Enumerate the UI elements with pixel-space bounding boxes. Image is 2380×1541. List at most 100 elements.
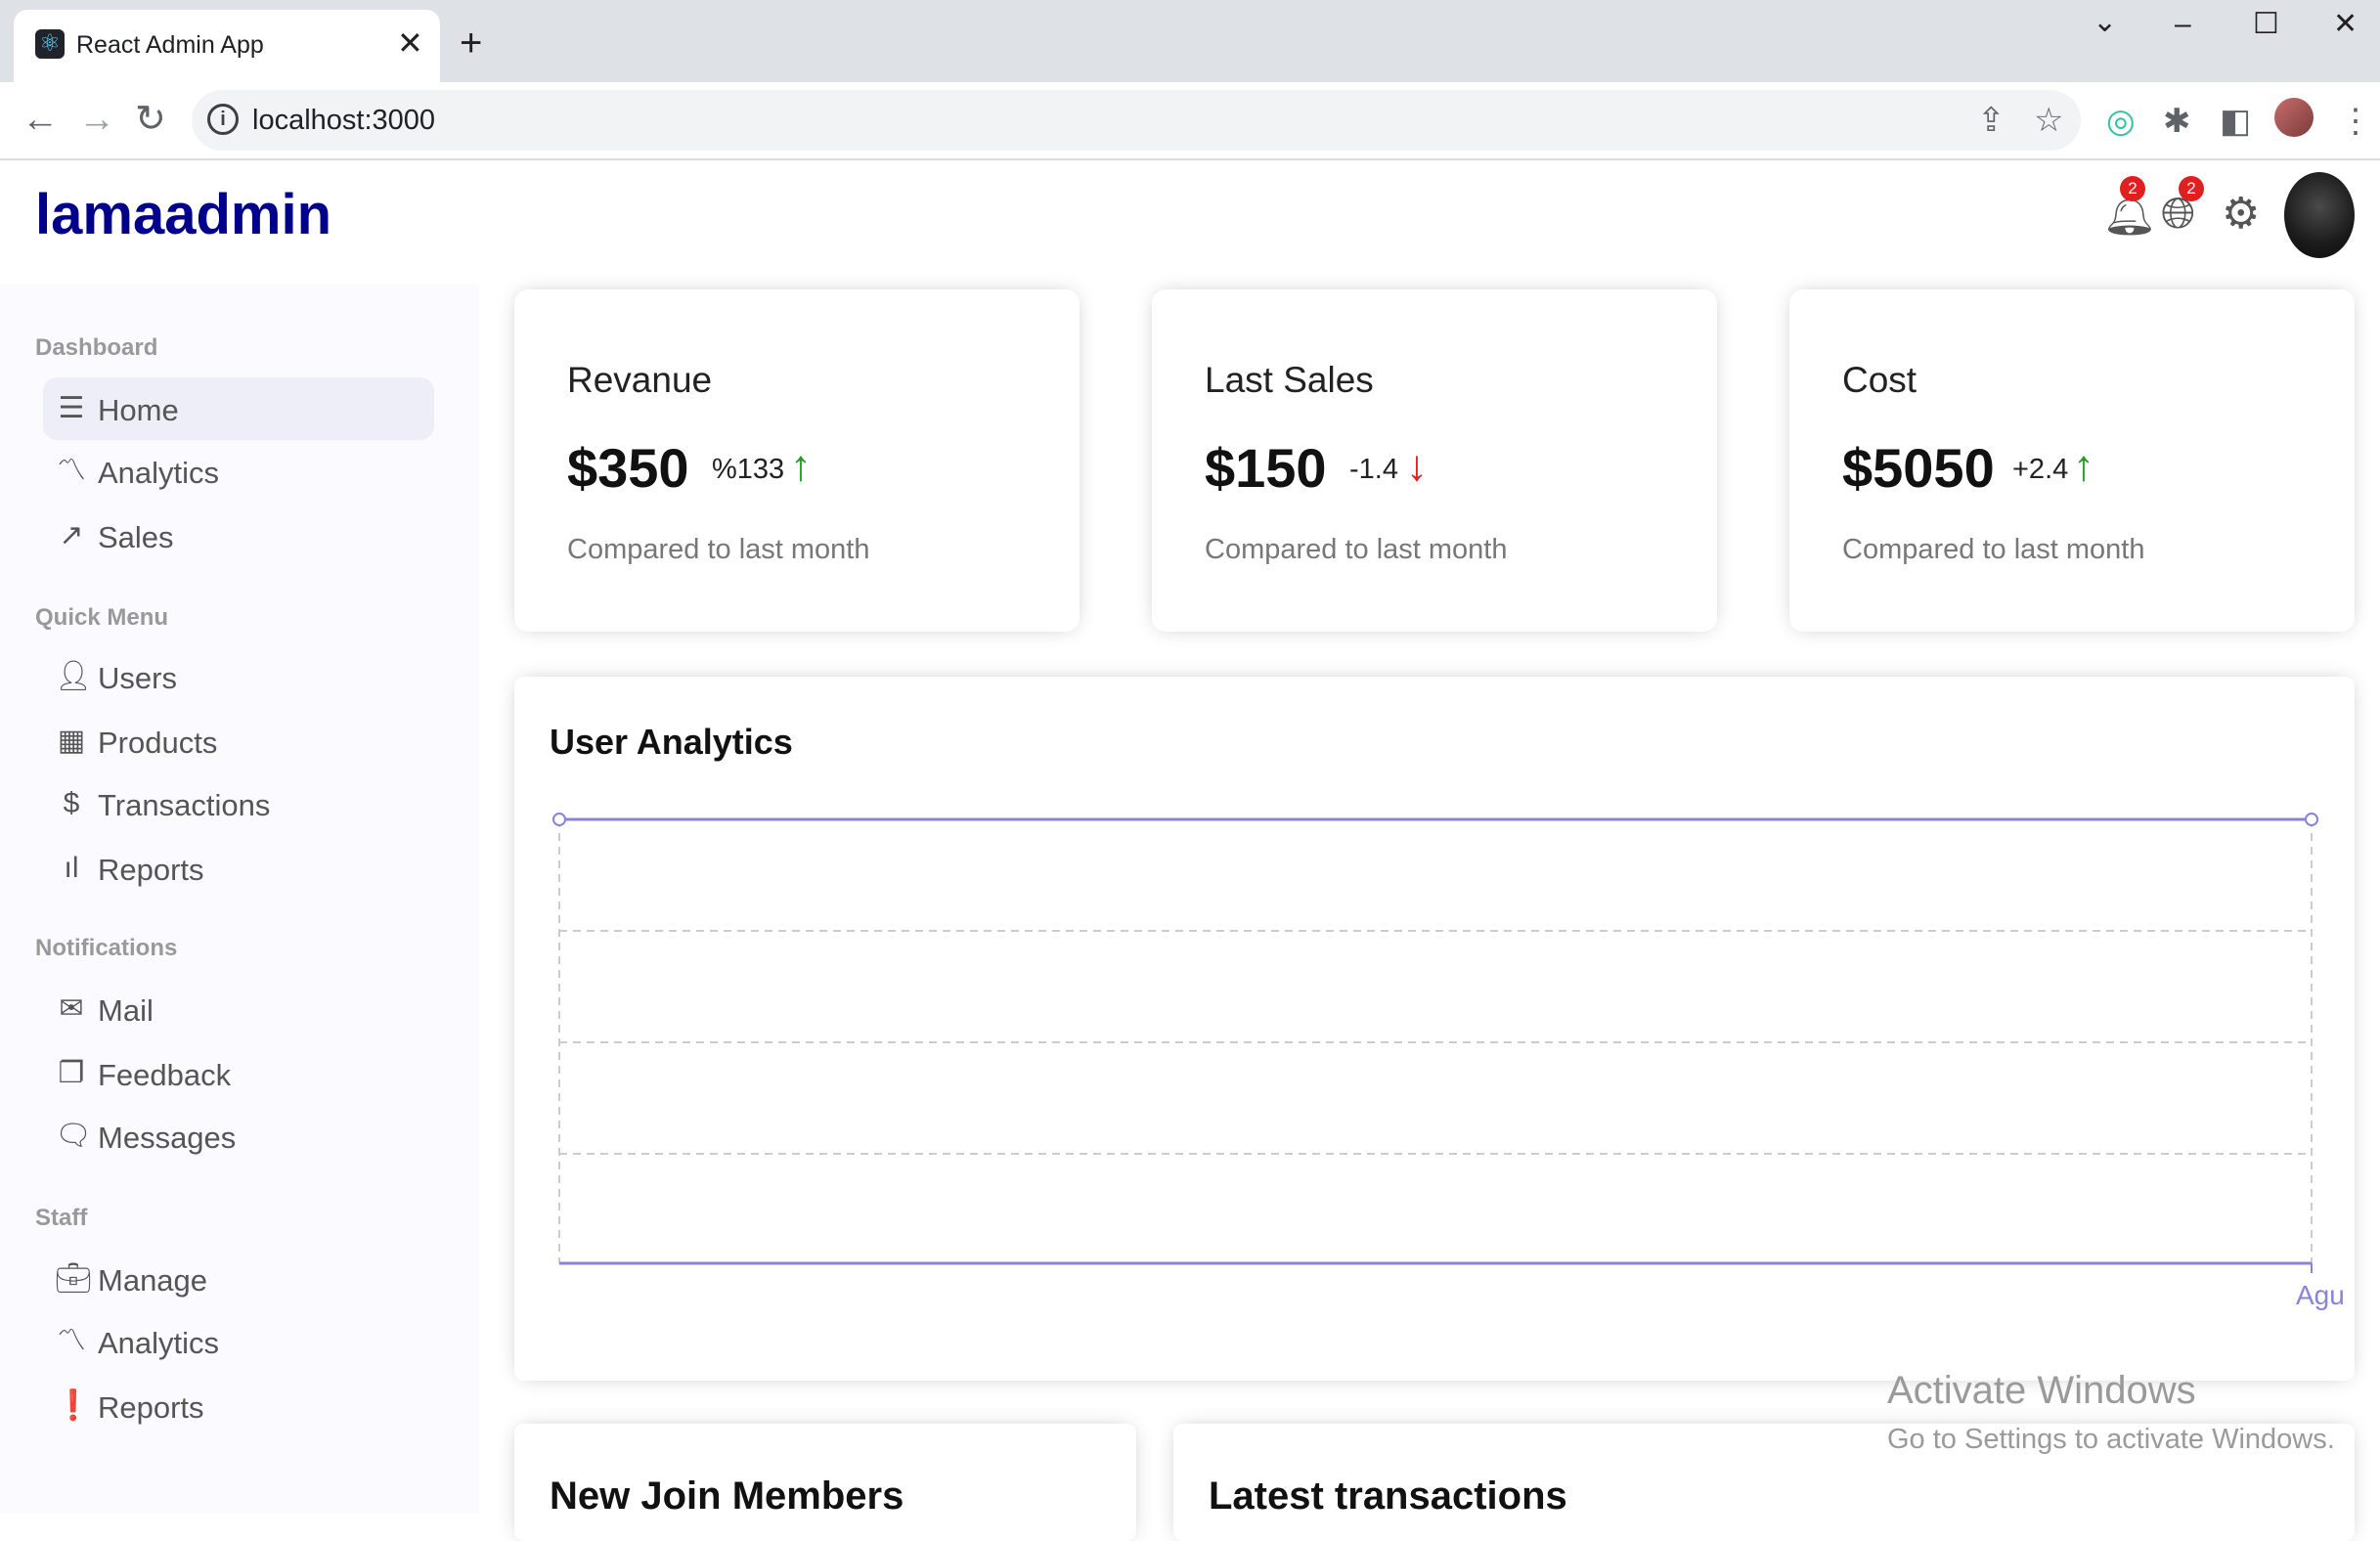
dollar-icon: $ <box>63 787 80 819</box>
sidebar-item-label: Messages <box>98 1121 237 1155</box>
avatar[interactable] <box>2284 172 2355 258</box>
data-point[interactable] <box>2305 813 2318 826</box>
arrow-up-icon: ↑ <box>2073 442 2094 490</box>
sidebar-item-label: Users <box>98 661 177 695</box>
timeline-icon: 〽 <box>57 1325 86 1357</box>
browser-tab[interactable]: ⚛ React Admin App ✕ <box>14 10 440 82</box>
gear-icon[interactable]: ⚙ <box>2222 190 2260 239</box>
sidebar-item-label: Sales <box>98 520 174 554</box>
activate-windows-watermark: Activate Windows <box>1887 1369 2196 1412</box>
bar-chart-icon: ıl <box>64 852 79 884</box>
tab-title: React Admin App <box>76 31 264 59</box>
activate-windows-subtext: Go to Settings to activate Windows. <box>1887 1424 2335 1455</box>
browser-profile-avatar[interactable] <box>2274 98 2314 137</box>
card-subtitle: Compared to last month <box>1205 534 1508 565</box>
sidebar-item-label: Analytics <box>98 1326 220 1360</box>
new-tab-button[interactable]: + <box>460 23 482 63</box>
card-title: Revanue <box>567 360 713 400</box>
person-icon: 👤︎ <box>55 660 93 692</box>
card-money: $5050 <box>1842 437 1995 499</box>
sidebar-item-label: Manage <box>98 1263 208 1298</box>
sidebar-item-users[interactable]: 👤︎ Users <box>43 645 434 708</box>
sidebar-item-reports[interactable]: ıl Reports <box>43 837 434 900</box>
card-subtitle: Compared to last month <box>1842 534 2145 565</box>
card-money: $350 <box>567 437 689 499</box>
sidebar-item-products[interactable]: ▦ Products <box>43 710 434 772</box>
close-window-button[interactable]: ✕ <box>2333 10 2358 39</box>
user-analytics-chart: Agu User Analytics <box>514 677 2355 1381</box>
puzzle-icon[interactable]: ✱ <box>2163 102 2191 141</box>
site-info-icon[interactable]: i <box>207 104 239 135</box>
sidebar-section-notifications: Notifications <box>35 935 178 961</box>
sidebar-item-label: Mail <box>98 993 154 1028</box>
sidebar-item-sales[interactable]: ↗ Sales <box>43 505 434 567</box>
line-style-icon: ☰ <box>58 392 85 424</box>
tab-close-icon[interactable]: ✕ <box>397 25 423 61</box>
side-panel-icon[interactable]: ◧ <box>2220 102 2251 141</box>
address-bar[interactable]: i localhost:3000 ⇪ ☆ <box>192 90 2081 151</box>
browser-tab-bar: ⚛ React Admin App ✕ + ⌄ – ☐ ✕ <box>0 0 2380 82</box>
sidebar-item-messages[interactable]: 🗨︎ Messages <box>43 1105 434 1167</box>
sidebar-item-label: Feedback <box>98 1058 232 1092</box>
browser-toolbar: ← → ↻ i localhost:3000 ⇪ ☆ ◎ ✱ ◧ ⋮ <box>0 82 2380 160</box>
sidebar-section-quick-menu: Quick Menu <box>35 604 169 631</box>
x-tick-label: Agu <box>2296 1280 2345 1310</box>
card-rate: -1.4 <box>1349 454 1398 485</box>
dynamic-feed-icon: ❐ <box>58 1057 85 1089</box>
extension-icon[interactable]: ◎ <box>2106 102 2136 141</box>
card-subtitle: Compared to last month <box>567 534 870 565</box>
sidebar-item-label: Reports <box>98 1390 204 1425</box>
card-money: $150 <box>1205 437 1327 499</box>
chart-title: User Analytics <box>550 722 793 762</box>
sidebar-item-label: Analytics <box>98 456 220 490</box>
sidebar-item-staff-reports[interactable]: ❗ Reports <box>43 1375 434 1437</box>
chat-bubble-icon: 🗨︎ <box>55 1120 93 1152</box>
app-logo[interactable]: lamaadmin <box>35 182 331 247</box>
card-title: Cost <box>1842 360 1917 400</box>
sidebar: Dashboard ☰ Home 〽 Analytics ↗ Sales Qui… <box>0 284 479 1514</box>
sidebar-item-manage[interactable]: 💼︎ Manage <box>43 1248 434 1310</box>
timeline-icon: 〽 <box>57 455 86 487</box>
featured-card-revenue: Revanue $350 %133 ↑ Compared to last mon… <box>514 289 1080 632</box>
back-arrow-icon[interactable]: ← <box>22 98 59 141</box>
url-text: localhost:3000 <box>252 105 436 136</box>
work-outline-icon: 💼︎ <box>55 1262 93 1295</box>
report-icon: ❗ <box>55 1389 92 1422</box>
reload-icon[interactable]: ↻ <box>135 98 166 141</box>
trending-up-icon: ↗ <box>59 519 84 551</box>
sidebar-item-label: Home <box>98 393 179 427</box>
bookmark-star-icon[interactable]: ☆ <box>2034 102 2063 139</box>
share-icon[interactable]: ⇪ <box>1977 102 2005 139</box>
tab-search-icon[interactable]: ⌄ <box>2093 8 2117 37</box>
data-point[interactable] <box>552 813 566 826</box>
mail-icon: ✉ <box>59 992 84 1025</box>
sidebar-item-label: Products <box>98 726 218 760</box>
card-title: Last Sales <box>1205 360 1374 400</box>
language-badge: 2 <box>2179 176 2204 201</box>
widget-title: Latest transactions <box>1209 1475 1567 1518</box>
card-rate: +2.4 <box>2012 454 2069 485</box>
forward-arrow-icon[interactable]: → <box>78 98 115 141</box>
storefront-icon: ▦ <box>57 725 86 757</box>
widget-new-members: New Join Members <box>514 1424 1136 1541</box>
sidebar-item-home[interactable]: ☰ Home <box>43 377 434 440</box>
sidebar-item-transactions[interactable]: $ Transactions <box>43 772 434 835</box>
sidebar-item-analytics[interactable]: 〽 Analytics <box>43 440 434 503</box>
featured-card-cost: Cost $5050 +2.4 ↑ Compared to last month <box>1789 289 2355 632</box>
sidebar-item-mail[interactable]: ✉ Mail <box>43 978 434 1040</box>
card-rate: %133 <box>712 454 785 485</box>
sidebar-section-dashboard: Dashboard <box>35 334 158 361</box>
sidebar-item-feedback[interactable]: ❐ Feedback <box>43 1042 434 1105</box>
featured-card-sales: Last Sales $150 -1.4 ↓ Compared to last … <box>1152 289 1717 632</box>
widget-title: New Join Members <box>550 1475 904 1518</box>
more-menu-icon[interactable]: ⋮ <box>2339 102 2372 141</box>
react-favicon-icon: ⚛ <box>35 29 65 59</box>
maximize-button[interactable]: ☐ <box>2253 10 2279 39</box>
arrow-down-icon: ↓ <box>1406 442 1428 490</box>
arrow-up-icon: ↑ <box>790 442 812 490</box>
sidebar-item-label: Transactions <box>98 788 271 822</box>
sidebar-item-label: Reports <box>98 853 204 887</box>
minimize-button[interactable]: – <box>2175 10 2191 39</box>
notification-badge: 2 <box>2120 176 2145 201</box>
sidebar-item-staff-analytics[interactable]: 〽 Analytics <box>43 1310 434 1373</box>
